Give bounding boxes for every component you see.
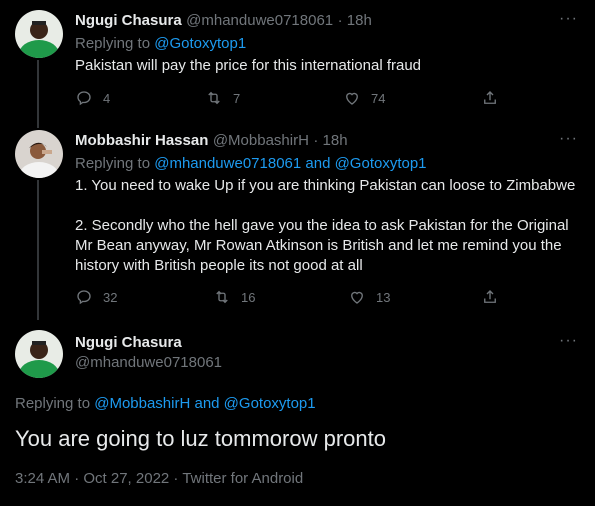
tweet-text-line-1: 1. You need to wake Up if you are thinki… xyxy=(75,177,576,194)
more-options-icon[interactable]: ··· xyxy=(559,10,578,28)
author-handle[interactable]: @MobbashirH xyxy=(213,132,309,149)
tweet-2[interactable]: Mobbashir Hassan @MobbashirH · 18h ··· R… xyxy=(0,120,595,320)
replying-to-link[interactable]: @Gotoxytop1 xyxy=(154,35,246,52)
retweet-count: 16 xyxy=(241,289,256,305)
author-handle[interactable]: @mhanduwe0718061 xyxy=(186,12,333,29)
author-name[interactable]: Mobbashir Hassan xyxy=(75,132,208,149)
replying-to-link[interactable]: @mhanduwe0718061 and @Gotoxytop1 xyxy=(154,155,426,172)
heart-icon xyxy=(351,291,363,304)
replying-to-label: Replying to xyxy=(15,395,91,412)
author-handle[interactable]: @mhanduwe0718061 xyxy=(75,354,222,371)
reply-count: 4 xyxy=(103,90,111,106)
tweet-text-line-4: history with British people its not good… xyxy=(75,257,363,274)
reply-icon xyxy=(77,91,91,106)
tweet-time[interactable]: · 18h xyxy=(313,132,347,149)
replying-to-label: Replying to xyxy=(75,35,151,52)
reply-button[interactable]: 32 xyxy=(75,288,117,306)
retweet-icon xyxy=(216,290,228,304)
main-tweet: Ngugi Chasura @mhanduwe0718061 ··· Reply… xyxy=(0,320,595,506)
like-button[interactable]: 13 xyxy=(348,288,390,306)
tweet-time[interactable]: · 18h xyxy=(338,12,372,29)
reply-button[interactable]: 4 xyxy=(75,89,110,107)
like-count: 74 xyxy=(371,90,386,106)
reply-count: 32 xyxy=(103,289,118,305)
avatar[interactable] xyxy=(15,330,63,378)
replying-to-label: Replying to xyxy=(75,155,151,172)
tweet-text: Pakistan will pay the price for this int… xyxy=(75,57,422,74)
author-name[interactable]: Ngugi Chasura xyxy=(75,334,182,351)
more-options-icon[interactable]: ··· xyxy=(559,130,578,148)
replying-to-link[interactable]: @MobbashirH and @Gotoxytop1 xyxy=(94,395,315,412)
avatar[interactable] xyxy=(15,130,63,178)
tweet-timestamp[interactable]: 3:24 AM · Oct 27, 2022 · Twitter for And… xyxy=(15,470,303,487)
like-count: 13 xyxy=(376,289,391,305)
author-name[interactable]: Ngugi Chasura xyxy=(75,12,182,29)
share-icon xyxy=(484,290,496,303)
share-button[interactable] xyxy=(481,288,499,306)
tweet-text-line-2: 2. Secondly who the hell gave you the id… xyxy=(75,217,569,234)
share-icon xyxy=(484,91,496,104)
more-options-icon[interactable]: ··· xyxy=(559,332,578,350)
retweet-count: 7 xyxy=(233,90,241,106)
share-button[interactable] xyxy=(481,89,499,107)
reply-icon xyxy=(77,290,91,305)
tweet-1[interactable]: Ngugi Chasura @mhanduwe0718061 · 18h ···… xyxy=(0,0,595,120)
retweet-button[interactable]: 16 xyxy=(213,288,255,306)
avatar[interactable] xyxy=(15,10,63,58)
main-tweet-text: You are going to luz tommorow pronto xyxy=(15,426,386,451)
retweet-button[interactable]: 7 xyxy=(205,89,240,107)
heart-icon xyxy=(346,92,358,105)
like-button[interactable]: 74 xyxy=(343,89,385,107)
tweet-text-line-3: Mr Bean anyway, Mr Rowan Atkinson is Bri… xyxy=(75,237,562,254)
retweet-icon xyxy=(208,91,220,105)
